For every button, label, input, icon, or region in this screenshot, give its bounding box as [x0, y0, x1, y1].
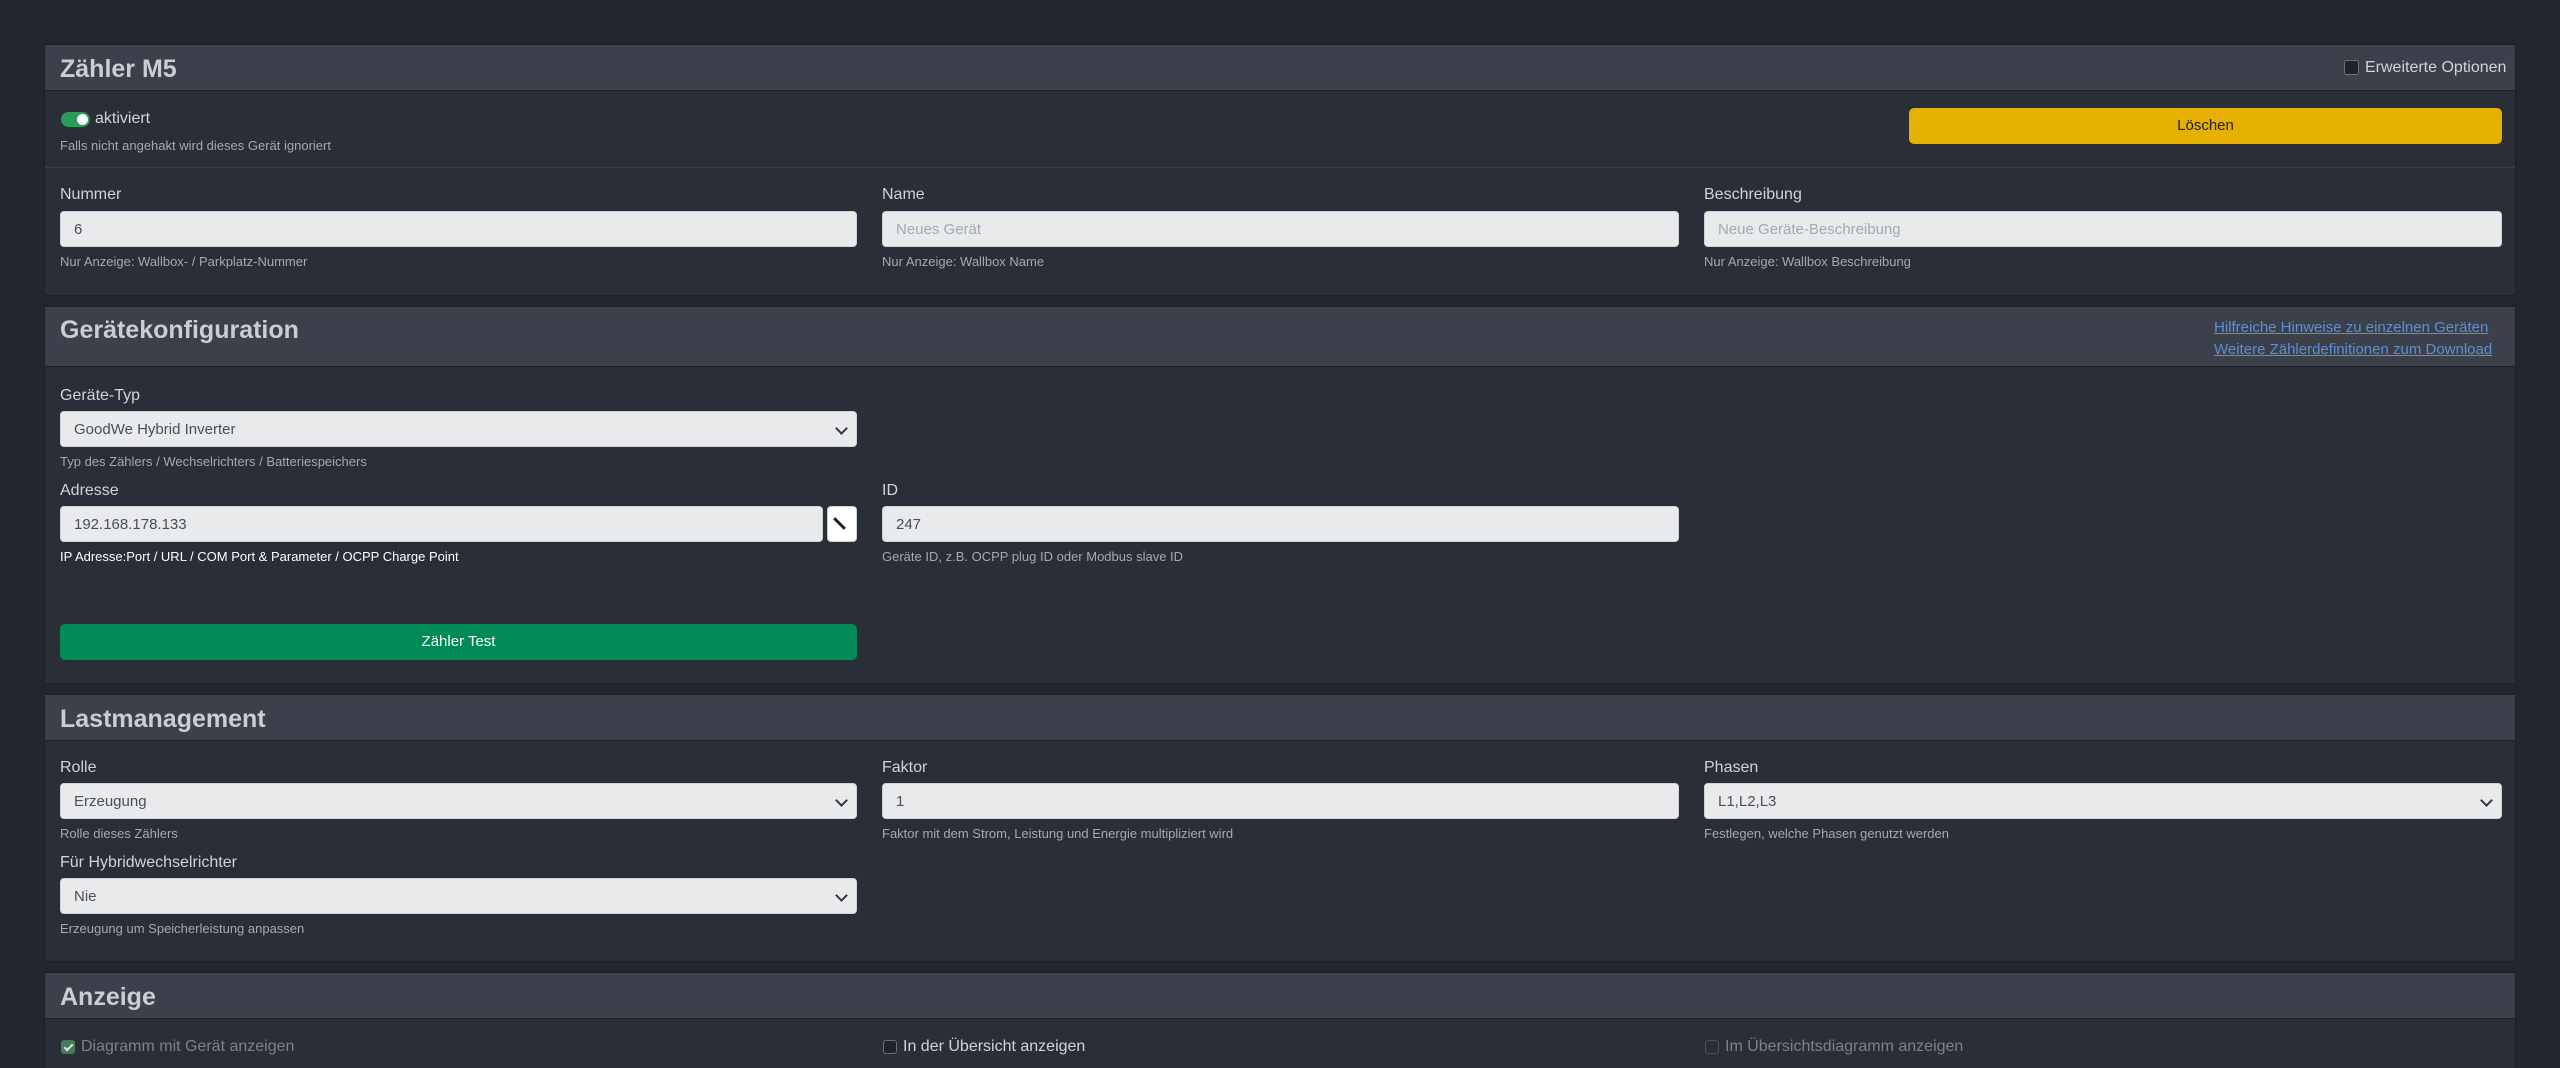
divider: [45, 167, 2515, 168]
description-label: Beschreibung: [1704, 186, 1802, 203]
phases-help: Festlegen, welche Phasen genutzt werden: [1704, 826, 1949, 841]
name-input[interactable]: Neues Gerät: [882, 211, 1679, 247]
display-title: Anzeige: [60, 983, 156, 1011]
enabled-help: Falls nicht angehakt wird dieses Gerät i…: [60, 138, 331, 153]
page-title: Zähler M5: [60, 55, 177, 83]
meter-test-button[interactable]: Zähler Test: [60, 624, 857, 660]
factor-help: Faktor mit dem Strom, Leistung und Energ…: [882, 826, 1234, 841]
show-in-overview-checkbox[interactable]: [883, 1040, 897, 1054]
chart-with-device-label: Diagramm mit Gerät anzeigen: [81, 1038, 295, 1055]
device-type-help: Typ des Zählers / Wechselrichters / Batt…: [60, 454, 367, 469]
address-label: Adresse: [60, 482, 119, 499]
factor-label: Faktor: [882, 759, 928, 776]
name-help: Nur Anzeige: Wallbox Name: [882, 254, 1045, 269]
config-card-header: Gerätekonfiguration Hilfreiche Hinweise …: [45, 307, 2515, 367]
config-card: Gerätekonfiguration Hilfreiche Hinweise …: [44, 306, 2516, 684]
phases-select[interactable]: L1,L2,L3: [1704, 783, 2502, 819]
advanced-options-checkbox[interactable]: [2344, 60, 2359, 75]
delete-button[interactable]: Löschen: [1909, 108, 2502, 144]
role-select[interactable]: Erzeugung: [60, 783, 857, 819]
display-card-header: Anzeige: [45, 973, 2515, 1019]
hybrid-help: Erzeugung um Speicherleistung anpassen: [60, 921, 305, 936]
show-in-overview-chart-label: Im Übersichtsdiagramm anzeigen: [1725, 1038, 1964, 1055]
hybrid-label: Für Hybridwechselrichter: [60, 854, 237, 871]
toggle-knob: [77, 114, 88, 125]
description-input[interactable]: Neue Geräte-Beschreibung: [1704, 211, 2502, 247]
enabled-toggle[interactable]: [61, 112, 90, 127]
factor-input[interactable]: 1: [882, 783, 1679, 819]
device-type-label: Geräte-Typ: [60, 387, 141, 404]
hybrid-select[interactable]: Nie: [60, 878, 857, 914]
role-label: Rolle: [60, 759, 97, 776]
id-label: ID: [882, 482, 898, 499]
load-card-header: Lastmanagement: [45, 695, 2515, 741]
number-help: Nur Anzeige: Wallbox- / Parkplatz-Nummer: [60, 254, 308, 269]
device-card: Zähler M5 Erweiterte Optionen aktiviert …: [44, 44, 2516, 296]
id-input[interactable]: 247: [882, 506, 1679, 542]
address-help: IP Adresse:Port / URL / COM Port & Param…: [60, 549, 459, 564]
description-help: Nur Anzeige: Wallbox Beschreibung: [1704, 254, 1911, 269]
id-help: Geräte ID, z.B. OCPP plug ID oder Modbus…: [882, 549, 1184, 564]
number-label: Nummer: [60, 186, 122, 203]
config-title: Gerätekonfiguration: [60, 316, 299, 344]
load-card: Lastmanagement Rolle Erzeugung Rolle die…: [44, 694, 2516, 962]
show-in-overview-label: In der Übersicht anzeigen: [903, 1038, 1086, 1055]
edit-icon: [833, 517, 846, 530]
show-in-overview-chart-checkbox[interactable]: [1705, 1040, 1719, 1054]
device-type-select[interactable]: GoodWe Hybrid Inverter: [60, 411, 857, 447]
check-icon: [63, 1041, 74, 1052]
load-title: Lastmanagement: [60, 705, 266, 733]
display-card: Anzeige Diagramm mit Gerät anzeigen In d…: [44, 972, 2516, 1068]
number-input[interactable]: 6: [60, 211, 857, 247]
hints-link[interactable]: Hilfreiche Hinweise zu einzelnen Geräten: [2214, 319, 2488, 336]
edit-address-button[interactable]: [827, 506, 857, 542]
name-label: Name: [882, 186, 925, 203]
role-help: Rolle dieses Zählers: [60, 826, 178, 841]
download-link[interactable]: Weitere Zählerdefinitionen zum Download: [2214, 341, 2492, 358]
chart-with-device-checkbox[interactable]: [61, 1040, 75, 1054]
device-card-header: Zähler M5 Erweiterte Optionen: [45, 45, 2515, 91]
enabled-label: aktiviert: [95, 110, 151, 127]
advanced-options-label: Erweiterte Optionen: [2365, 59, 2507, 76]
phases-label: Phasen: [1704, 759, 1759, 776]
address-input[interactable]: 192.168.178.133: [60, 506, 823, 542]
